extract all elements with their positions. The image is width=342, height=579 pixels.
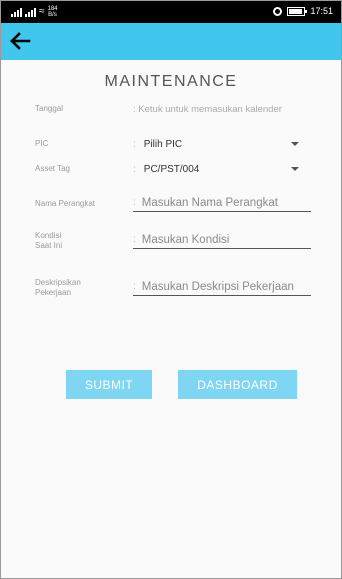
wifi-icon: ≈	[39, 6, 45, 17]
kondisi-input[interactable]	[141, 233, 310, 246]
nama-perangkat-label: Nama Perangkat	[35, 199, 96, 208]
alarm-icon	[273, 6, 283, 16]
kondisi-label: Kondisi Saat Ini	[35, 231, 63, 250]
submit-button[interactable]: SUBMIT	[66, 370, 152, 399]
status-right-group: 17:51	[273, 6, 333, 16]
separator: :	[133, 163, 136, 175]
page-title: MAINTENANCE	[104, 73, 238, 90]
status-bar: ≈ 184 B/s 17:51	[1, 1, 341, 23]
asset-tag-label: Asset Tag	[35, 164, 70, 173]
deskripsi-field: :	[133, 278, 311, 296]
deskripsi-input[interactable]	[141, 280, 310, 293]
dropdown-caret-icon	[291, 167, 299, 171]
app-bar	[1, 23, 341, 60]
arrow-left-icon	[10, 32, 31, 50]
network-speed: 184 B/s	[48, 6, 58, 18]
app-screen: ≈ 184 B/s 17:51 MAINTENANCE Tanggal : Ke…	[0, 0, 342, 579]
status-left-group: ≈ 184 B/s	[11, 6, 58, 18]
dashboard-button[interactable]: DASHBOARD	[178, 370, 297, 399]
back-button[interactable]	[5, 27, 35, 55]
separator: :	[133, 234, 136, 245]
separator: :	[133, 197, 136, 208]
asset-tag-dropdown[interactable]: : PC/PST/004	[133, 161, 311, 177]
separator: :	[133, 138, 136, 150]
pic-dropdown[interactable]: : Pilih PIC	[133, 136, 311, 152]
tanggal-label: Tanggal	[35, 104, 64, 113]
nama-perangkat-field: :	[133, 194, 311, 212]
network-speed-unit: B/s	[48, 12, 57, 18]
battery-icon	[287, 6, 308, 16]
nama-perangkat-input[interactable]	[141, 196, 310, 209]
pic-label: PIC	[35, 139, 49, 148]
signal-icon	[11, 7, 22, 17]
signal-icon	[25, 7, 36, 17]
status-time: 17:51	[310, 6, 333, 16]
deskripsi-label: Deskripsikan Pekerjaan	[35, 278, 81, 297]
asset-tag-selected-value: PC/PST/004	[143, 163, 200, 175]
kondisi-field: :	[133, 231, 311, 249]
date-picker-field[interactable]: : Ketuk untuk memasukan kalender	[133, 104, 282, 115]
separator: :	[133, 281, 136, 292]
dropdown-caret-icon	[291, 142, 299, 146]
pic-selected-value: Pilih PIC	[143, 138, 183, 150]
